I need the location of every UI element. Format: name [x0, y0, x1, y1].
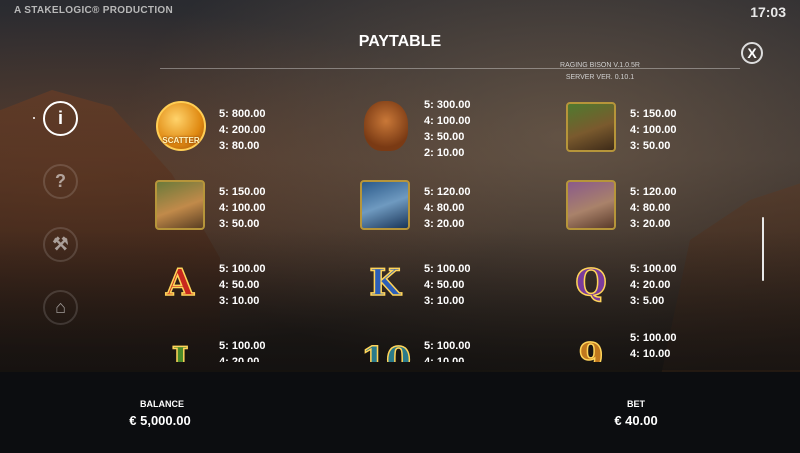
payout-line: 5: 120.00 [630, 186, 677, 198]
ten-glyph: 10 [360, 339, 412, 362]
payout-line: 5: 100.00 [424, 263, 471, 275]
cougar-symbol-icon [155, 180, 205, 230]
bear-payouts: 5: 150.00 4: 100.00 3: 50.00 [630, 106, 676, 154]
scatter-payouts: 5: 800.00 4: 200.00 3: 80.00 [219, 106, 265, 154]
jack-symbol-icon: J [155, 336, 205, 362]
payout-line: 4: 80.00 [630, 202, 671, 214]
bet-value[interactable]: € 40.00 [596, 413, 676, 428]
bet-label: BET [627, 399, 645, 409]
payout-line: 3: 20.00 [424, 218, 465, 230]
nine-glyph: 9 [578, 335, 605, 362]
payout-line: 3: 10.00 [424, 295, 465, 307]
payout-line: 5: 150.00 [219, 186, 266, 198]
payout-line: 4: 10.00 [630, 348, 671, 360]
game-screen: A STAKELOGIC® PRODUCTION 17:03 PAYTABLE … [0, 0, 800, 453]
queen-payouts: 5: 100.00 4: 20.00 3: 5.00 [630, 261, 676, 309]
payout-line: 3: 5.00 [630, 295, 665, 307]
eagle-symbol-icon [566, 180, 616, 230]
payout-line: 5: 150.00 [630, 108, 677, 120]
payout-line: 5: 800.00 [219, 108, 266, 120]
payout-line: 4: 100.00 [424, 115, 471, 127]
ten-symbol-icon: 10 [356, 336, 416, 362]
payout-line: 3: 10.00 [219, 295, 260, 307]
scatter-symbol-icon: SCATTER [156, 101, 206, 151]
payout-line: 4: 20.00 [219, 356, 260, 362]
payout-line: 5: 120.00 [424, 186, 471, 198]
payout-line: 3: 20.00 [630, 218, 671, 230]
king-glyph: K [369, 261, 402, 305]
queen-symbol-icon: Q [566, 258, 616, 308]
wolf-payouts: 5: 120.00 4: 80.00 3: 20.00 [424, 184, 470, 232]
bear-symbol-icon [566, 102, 616, 152]
ace-symbol-icon: A [155, 258, 205, 308]
jack-payouts: 5: 100.00 4: 20.00 [219, 338, 265, 362]
jack-glyph: J [171, 339, 190, 362]
wolf-symbol-icon [360, 180, 410, 230]
paytable-grid: SCATTER 5: 800.00 4: 200.00 3: 80.00 5: … [0, 0, 800, 362]
scatter-label: SCATTER [162, 136, 200, 145]
payout-line: 4: 100.00 [630, 124, 677, 136]
nine-payouts: 5: 100.00 4: 10.00 [630, 330, 676, 362]
king-payouts: 5: 100.00 4: 50.00 3: 10.00 [424, 261, 470, 309]
ten-payouts: 5: 100.00 4: 10.00 [424, 338, 470, 362]
payout-line: 5: 100.00 [219, 340, 266, 352]
payout-line: 5: 100.00 [424, 340, 471, 352]
nine-symbol-icon: 9 [566, 332, 616, 362]
payout-line: 4: 50.00 [219, 279, 260, 291]
payout-line: 3: 50.00 [630, 140, 671, 152]
balance-label: BALANCE [140, 399, 184, 409]
bison-payouts: 5: 300.00 4: 100.00 3: 50.00 2: 10.00 [424, 97, 470, 161]
payout-line: 4: 10.00 [424, 356, 465, 362]
payout-line: 4: 20.00 [630, 279, 671, 291]
payout-line: 3: 50.00 [424, 131, 465, 143]
bison-symbol-icon [364, 101, 408, 151]
payout-line: 5: 100.00 [219, 263, 266, 275]
balance-value: € 5,000.00 [129, 413, 191, 428]
payout-line: 4: 50.00 [424, 279, 465, 291]
payout-line: 5: 100.00 [630, 332, 677, 344]
payout-line: 4: 200.00 [219, 124, 266, 136]
payout-line: 4: 80.00 [424, 202, 465, 214]
payout-line: 3: 80.00 [219, 140, 260, 152]
ace-glyph: A [165, 261, 194, 305]
payout-line: 3: 50.00 [219, 218, 260, 230]
cougar-payouts: 5: 150.00 4: 100.00 3: 50.00 [219, 184, 265, 232]
queen-glyph: Q [575, 261, 608, 305]
ace-payouts: 5: 100.00 4: 50.00 3: 10.00 [219, 261, 265, 309]
king-symbol-icon: K [360, 258, 410, 308]
eagle-payouts: 5: 120.00 4: 80.00 3: 20.00 [630, 184, 676, 232]
payout-line: 4: 100.00 [219, 202, 266, 214]
payout-line: 2: 10.00 [424, 147, 465, 159]
payout-line: 5: 300.00 [424, 99, 471, 111]
payout-line: 5: 100.00 [630, 263, 677, 275]
